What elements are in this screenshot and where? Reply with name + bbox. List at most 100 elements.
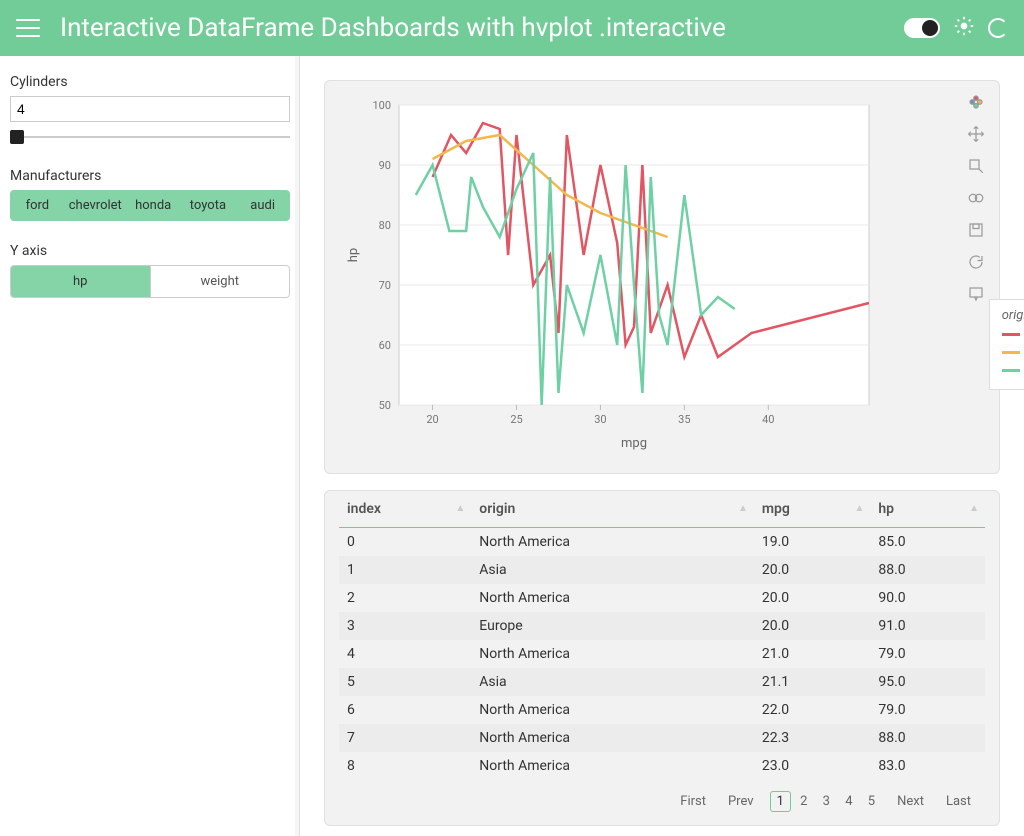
wheel-zoom-icon[interactable]	[965, 187, 987, 209]
pager-page-1[interactable]: 1	[770, 791, 791, 812]
table-row: 8North America23.083.0	[339, 752, 985, 780]
box-zoom-icon[interactable]	[965, 155, 987, 177]
pager-prev[interactable]: Prev	[722, 792, 760, 811]
svg-text:80: 80	[379, 219, 391, 232]
cell-index: 2	[339, 584, 471, 612]
cell-index: 6	[339, 696, 471, 724]
cell-origin: North America	[471, 640, 754, 668]
cell-index: 3	[339, 612, 471, 640]
legend-item-asia[interactable]: Asia	[1002, 327, 1024, 342]
pager-page-4[interactable]: 4	[839, 792, 858, 811]
manufacturer-option-chevrolet[interactable]: chevrolet	[65, 190, 126, 221]
svg-text:90: 90	[379, 159, 391, 172]
pager-next[interactable]: Next	[891, 792, 930, 811]
busy-spinner-icon	[988, 18, 1008, 38]
cell-mpg: 20.0	[754, 556, 870, 584]
pager-page-5[interactable]: 5	[862, 792, 881, 811]
cell-hp: 79.0	[870, 640, 985, 668]
table-row: 3Europe20.091.0	[339, 612, 985, 640]
cell-origin: Asia	[471, 668, 754, 696]
svg-text:70: 70	[379, 279, 391, 292]
cylinders-label: Cylinders	[10, 74, 289, 90]
cell-index: 5	[339, 668, 471, 696]
cell-origin: North America	[471, 528, 754, 557]
theme-toggle[interactable]	[904, 18, 940, 38]
sun-icon[interactable]	[954, 16, 974, 40]
save-icon[interactable]	[965, 219, 987, 241]
cell-origin: North America	[471, 696, 754, 724]
column-header-mpg[interactable]: mpg▲	[754, 491, 870, 528]
pagination: First Prev 1 2 3 4 5 Next Last	[339, 780, 985, 811]
chart-legend: origin AsiaEuropeNorth America	[989, 299, 1024, 390]
hover-icon[interactable]	[965, 283, 987, 305]
column-header-origin[interactable]: origin▲	[471, 491, 754, 528]
cylinders-input[interactable]	[10, 96, 290, 122]
cell-hp: 91.0	[870, 612, 985, 640]
legend-item-north-america[interactable]: North America	[1002, 363, 1024, 378]
manufacturers-group: fordchevrolethondatoyotaaudi	[10, 190, 290, 221]
line-chart[interactable]: 50607080901002025303540mpghp	[339, 95, 879, 455]
bokeh-logo-icon[interactable]	[965, 91, 987, 113]
reset-icon[interactable]	[965, 251, 987, 273]
cell-mpg: 21.0	[754, 640, 870, 668]
app-header: Interactive DataFrame Dashboards with hv…	[0, 0, 1024, 56]
table-row: 7North America22.388.0	[339, 724, 985, 752]
cell-origin: Europe	[471, 612, 754, 640]
cell-index: 1	[339, 556, 471, 584]
svg-text:40: 40	[762, 413, 774, 426]
pager-page-2[interactable]: 2	[794, 792, 813, 811]
svg-text:50: 50	[379, 399, 391, 412]
cylinders-slider[interactable]	[10, 128, 290, 146]
cell-mpg: 20.0	[754, 584, 870, 612]
table-panel: index▲origin▲mpg▲hp▲ 0North America19.08…	[324, 490, 1000, 826]
cell-origin: North America	[471, 724, 754, 752]
cell-origin: North America	[471, 584, 754, 612]
table-row: 6North America22.079.0	[339, 696, 985, 724]
cell-mpg: 23.0	[754, 752, 870, 780]
yaxis-label: Y axis	[10, 243, 289, 259]
manufacturer-option-toyota[interactable]: toyota	[181, 190, 236, 221]
cell-mpg: 21.1	[754, 668, 870, 696]
manufacturer-option-audi[interactable]: audi	[235, 190, 290, 221]
yaxis-option-weight[interactable]: weight	[150, 266, 290, 297]
chart-toolbar	[965, 91, 987, 305]
svg-text:100: 100	[372, 99, 391, 112]
cell-origin: North America	[471, 752, 754, 780]
cell-hp: 85.0	[870, 528, 985, 557]
data-table: index▲origin▲mpg▲hp▲ 0North America19.08…	[339, 491, 985, 780]
cell-hp: 90.0	[870, 584, 985, 612]
manufacturer-option-honda[interactable]: honda	[126, 190, 181, 221]
menu-icon[interactable]	[16, 19, 40, 37]
cell-index: 8	[339, 752, 471, 780]
legend-item-europe[interactable]: Europe	[1002, 345, 1024, 360]
table-row: 1Asia20.088.0	[339, 556, 985, 584]
svg-text:25: 25	[510, 413, 522, 426]
cell-hp: 83.0	[870, 752, 985, 780]
cell-mpg: 22.3	[754, 724, 870, 752]
pager-page-3[interactable]: 3	[817, 792, 836, 811]
cell-index: 7	[339, 724, 471, 752]
table-row: 5Asia21.195.0	[339, 668, 985, 696]
yaxis-group: hpweight	[10, 265, 290, 298]
pan-icon[interactable]	[965, 123, 987, 145]
manufacturer-option-ford[interactable]: ford	[10, 190, 65, 221]
cell-hp: 95.0	[870, 668, 985, 696]
column-header-index[interactable]: index▲	[339, 491, 471, 528]
sidebar: Cylinders Manufacturers fordchevrolethon…	[0, 56, 300, 836]
svg-text:60: 60	[379, 339, 391, 352]
cell-index: 0	[339, 528, 471, 557]
yaxis-option-hp[interactable]: hp	[11, 266, 150, 297]
cell-hp: 88.0	[870, 556, 985, 584]
svg-text:hp: hp	[346, 248, 361, 262]
table-row: 0North America19.085.0	[339, 528, 985, 557]
cell-mpg: 22.0	[754, 696, 870, 724]
pager-first[interactable]: First	[674, 792, 712, 811]
cell-mpg: 19.0	[754, 528, 870, 557]
cell-hp: 79.0	[870, 696, 985, 724]
cell-hp: 88.0	[870, 724, 985, 752]
cell-mpg: 20.0	[754, 612, 870, 640]
app-title: Interactive DataFrame Dashboards with hv…	[60, 13, 904, 43]
column-header-hp[interactable]: hp▲	[870, 491, 985, 528]
chart-panel: 50607080901002025303540mpghp origin Asia…	[324, 80, 1000, 474]
pager-last[interactable]: Last	[940, 792, 977, 811]
